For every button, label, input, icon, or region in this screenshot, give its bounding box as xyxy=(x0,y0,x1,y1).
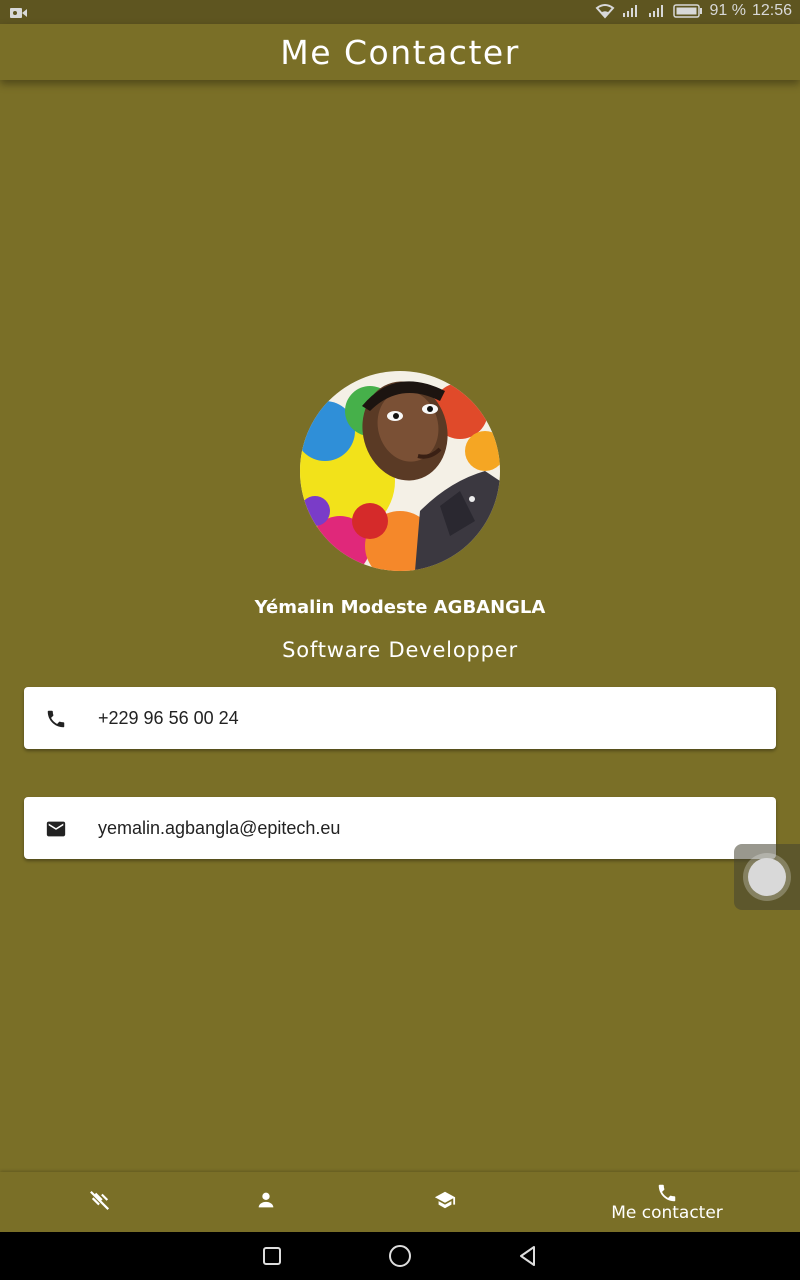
screen: 91 % 12:56 Me Contacter Yémalin Modeste … xyxy=(0,0,800,1280)
bottom-navigation: Me contacter xyxy=(0,1172,800,1232)
recents-button[interactable] xyxy=(260,1244,284,1268)
clock: 12:56 xyxy=(751,2,792,19)
system-navigation-bar xyxy=(0,1232,800,1280)
mail-icon xyxy=(45,818,67,840)
profile-name: Yémalin Modeste AGBANGLA xyxy=(254,597,546,618)
phone-icon xyxy=(656,1182,678,1204)
app-bar: Me Contacter xyxy=(0,24,800,80)
email-card[interactable]: yemalin.agbangla@epitech.eu xyxy=(24,797,776,859)
nav-label-contact: Me contacter xyxy=(611,1203,723,1223)
phone-number: +229 96 56 00 24 xyxy=(98,708,239,728)
avatar xyxy=(300,371,500,571)
skills-icon xyxy=(89,1189,111,1211)
signal-icon xyxy=(621,4,641,18)
person-icon xyxy=(255,1189,277,1211)
nav-item-education[interactable] xyxy=(345,1172,545,1232)
nav-item-contact[interactable]: Me contacter xyxy=(567,1172,767,1232)
screen-record-icon xyxy=(10,6,28,24)
status-bar: 91 % 12:56 xyxy=(0,0,800,24)
profile-role: Software Developper xyxy=(282,638,518,662)
school-icon xyxy=(434,1189,456,1211)
signal-icon-2 xyxy=(647,4,667,18)
assistive-touch-ring xyxy=(743,853,791,901)
assistive-touch-dot xyxy=(748,858,786,896)
nav-item-profile[interactable] xyxy=(166,1172,366,1232)
email-address: yemalin.agbangla@epitech.eu xyxy=(98,818,341,838)
wifi-icon xyxy=(595,3,615,19)
back-button[interactable] xyxy=(516,1244,540,1268)
battery-icon xyxy=(673,4,703,18)
battery-level: 91 % xyxy=(709,2,746,19)
assistive-touch-button[interactable] xyxy=(734,844,800,910)
phone-icon xyxy=(45,708,67,730)
home-button[interactable] xyxy=(388,1244,412,1268)
phone-card[interactable]: +229 96 56 00 24 xyxy=(24,687,776,749)
page-title: Me Contacter xyxy=(280,32,520,72)
